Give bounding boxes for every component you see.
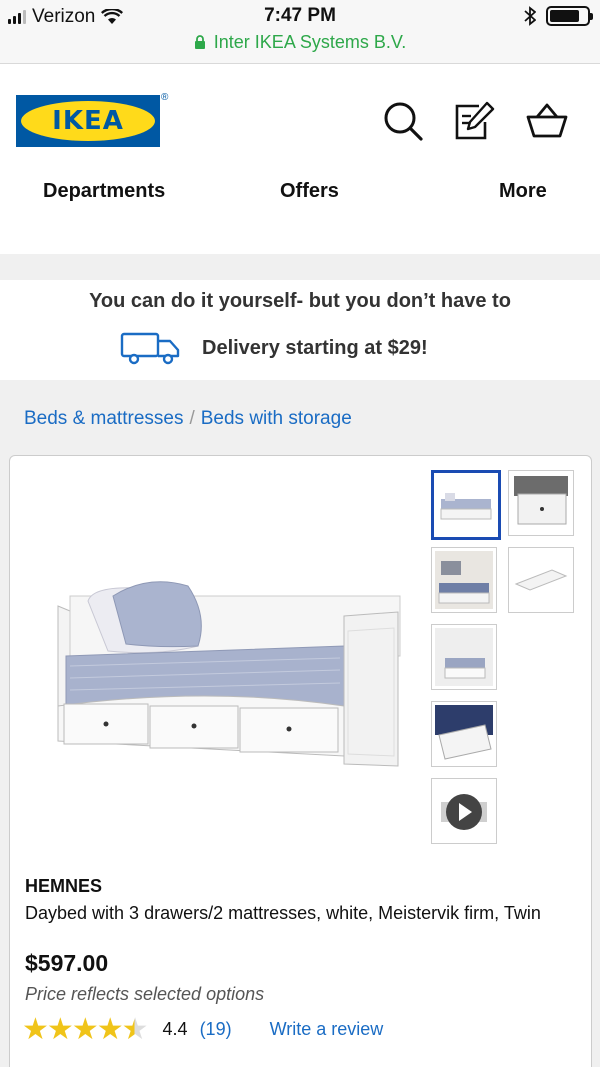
- breadcrumb: Beds & mattresses / Beds with storage: [24, 408, 352, 430]
- banner-title: You can do it yourself- but you don’t ha…: [89, 290, 511, 312]
- product-description: Daybed with 3 drawers/2 mattresses, whit…: [25, 903, 541, 923]
- lock-icon: [194, 35, 205, 49]
- delivery-row: Delivery starting at $29!: [120, 330, 428, 366]
- thumb-room-scene-2[interactable]: [431, 624, 497, 690]
- thumb-mattress-image: [514, 569, 568, 591]
- bluetooth-icon: [524, 6, 536, 26]
- thumb-drawer-detail[interactable]: [508, 470, 574, 536]
- nav-departments[interactable]: Departments: [43, 180, 165, 203]
- breadcrumb-separator: /: [189, 408, 195, 429]
- write-review-link[interactable]: Write a review: [270, 1019, 384, 1040]
- thumb-room-scene[interactable]: [431, 547, 497, 613]
- status-right: [524, 6, 593, 26]
- star-rating[interactable]: ★★★★★: [22, 1012, 149, 1047]
- rating-value: 4.4: [162, 1019, 188, 1039]
- thumb-daybed-image: [440, 493, 492, 520]
- delivery-truck-icon: [120, 332, 180, 365]
- site-header: IKEA ® Departments Offers More: [0, 64, 600, 254]
- play-icon: [441, 794, 487, 830]
- shopping-list-icon[interactable]: [453, 100, 495, 142]
- promo-banner[interactable]: You can do it yourself- but you don’t ha…: [0, 280, 600, 380]
- section-divider: [0, 254, 600, 280]
- price-note: Price reflects selected options: [25, 984, 265, 1004]
- registered-mark: ®: [161, 92, 169, 103]
- search-icon[interactable]: [382, 100, 424, 142]
- review-count-link[interactable]: (19): [200, 1019, 232, 1040]
- nav-offers[interactable]: Offers: [280, 180, 339, 203]
- status-bar: Verizon 7:47 PM Inter IKEA Systems B.V.: [0, 0, 600, 64]
- star-icon: ★: [96, 1013, 124, 1046]
- half-star-icon: ★: [121, 1013, 149, 1046]
- breadcrumb-beds-mattresses[interactable]: Beds & mattresses: [24, 408, 183, 430]
- star-icon: ★: [71, 1013, 99, 1046]
- product-brand: HEMNES: [25, 876, 103, 896]
- battery-fill: [550, 10, 579, 22]
- logo-text: IKEA: [21, 101, 155, 141]
- ikea-logo[interactable]: IKEA: [16, 95, 160, 147]
- thumb-drawer-open[interactable]: [431, 701, 497, 767]
- delivery-text: Delivery starting at $29!: [202, 336, 428, 359]
- breadcrumb-beds-with-storage[interactable]: Beds with storage: [201, 408, 352, 430]
- star-icon: ★: [22, 1013, 49, 1046]
- star-icon: ★: [46, 1013, 74, 1046]
- product-price: $597.00: [25, 950, 109, 976]
- clock: 7:47 PM: [264, 5, 336, 26]
- thumb-mattress[interactable]: [508, 547, 574, 613]
- battery-icon: [546, 6, 593, 26]
- cart-icon[interactable]: [526, 100, 568, 142]
- nav-more[interactable]: More: [499, 180, 547, 203]
- thumb-room-image-2: [435, 628, 493, 686]
- thumb-video[interactable]: [431, 778, 497, 844]
- thumb-room-image: [435, 551, 493, 609]
- url-label: Inter IKEA Systems B.V.: [213, 32, 407, 52]
- product-card: HEMNES Daybed with 3 drawers/2 mattresse…: [9, 455, 592, 1067]
- url-bar[interactable]: Inter IKEA Systems B.V.: [0, 32, 600, 53]
- product-main-image[interactable]: [48, 556, 408, 776]
- thumb-drawer-image: [514, 476, 568, 525]
- thumb-daybed-front[interactable]: [431, 470, 501, 540]
- rating-row: ★★★★★ 4.4 (19) Write a review: [22, 1012, 383, 1047]
- thumb-drawer-open-image: [435, 705, 493, 760]
